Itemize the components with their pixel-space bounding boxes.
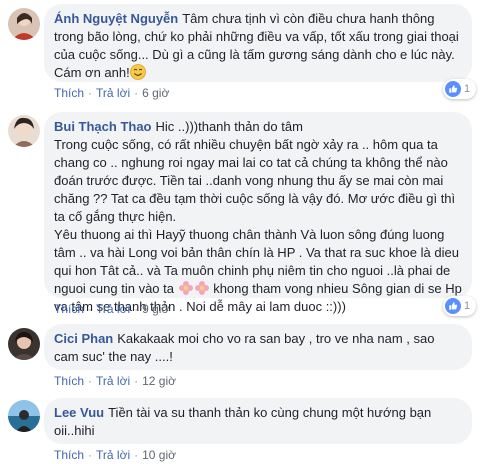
avatar[interactable] — [8, 400, 40, 432]
avatar[interactable] — [8, 8, 40, 40]
separator: · — [134, 86, 139, 100]
comment-text: Hic ..)))thanh thản do tâm Trong cuộc số… — [54, 119, 456, 224]
like-button[interactable]: Thích — [54, 86, 84, 100]
like-button[interactable]: Thích — [54, 448, 84, 462]
comment-bubble: Bui Thạch Thao Hic ..)))thanh thản do tâm… — [44, 112, 472, 314]
comment-author[interactable]: Bui Thạch Thao — [54, 119, 152, 134]
reply-button[interactable]: Trả lời — [96, 302, 130, 316]
separator: · — [134, 448, 139, 462]
avatar[interactable] — [8, 115, 40, 147]
thumbs-up-icon — [445, 298, 461, 314]
comment-author[interactable]: Ánh Nguyệt Nguyễn — [54, 11, 178, 26]
comment-bubble: Lee Vuu Tiền tài va su thanh thản ko cùng… — [44, 398, 472, 444]
separator: · — [134, 374, 139, 388]
comment-text: Tiền tài va su thanh thản ko cùng chung … — [54, 405, 435, 438]
reply-button[interactable]: Trả lời — [96, 374, 130, 388]
comment-actions: Thích · Trả lời · 9 giờ — [54, 302, 169, 316]
smiling-face-icon — [129, 64, 146, 80]
comment-actions: Thích · Trả lời · 12 giờ — [54, 374, 176, 388]
like-button[interactable]: Thích — [54, 374, 84, 388]
reply-button[interactable]: Trả lời — [96, 86, 130, 100]
like-count: 1 — [464, 83, 471, 95]
comment-actions: Thích · Trả lời · 6 giờ — [54, 86, 169, 100]
comment-bubble: Ánh Nguyệt Nguyễn Tâm chưa tịnh vì còn đi… — [44, 4, 472, 82]
flower-icon — [178, 280, 194, 296]
separator: · — [134, 302, 139, 316]
avatar[interactable] — [8, 328, 40, 360]
like-count: 1 — [464, 300, 471, 312]
comment-bubble: Cici Phan Kakakaak moi cho vo ra san bay … — [44, 324, 472, 370]
separator: · — [88, 86, 93, 100]
flower-icon — [194, 280, 210, 296]
like-count-badge[interactable]: 1 — [443, 79, 477, 99]
separator: · — [88, 448, 93, 462]
like-count-badge[interactable]: 1 — [443, 296, 477, 316]
thumbs-up-icon — [445, 81, 461, 97]
comment-time[interactable]: 9 giờ — [142, 302, 169, 316]
comment-author[interactable]: Cici Phan — [54, 331, 113, 346]
comment-time[interactable]: 10 giờ — [142, 448, 176, 462]
comment-author[interactable]: Lee Vuu — [54, 405, 104, 420]
comment-time[interactable]: 6 giờ — [142, 86, 169, 100]
comment-actions: Thích · Trả lời · 10 giờ — [54, 448, 176, 462]
separator: · — [88, 374, 93, 388]
reply-button[interactable]: Trả lời — [96, 448, 130, 462]
comment-time[interactable]: 12 giờ — [142, 374, 176, 388]
like-button[interactable]: Thích — [54, 302, 84, 316]
separator: · — [88, 302, 93, 316]
